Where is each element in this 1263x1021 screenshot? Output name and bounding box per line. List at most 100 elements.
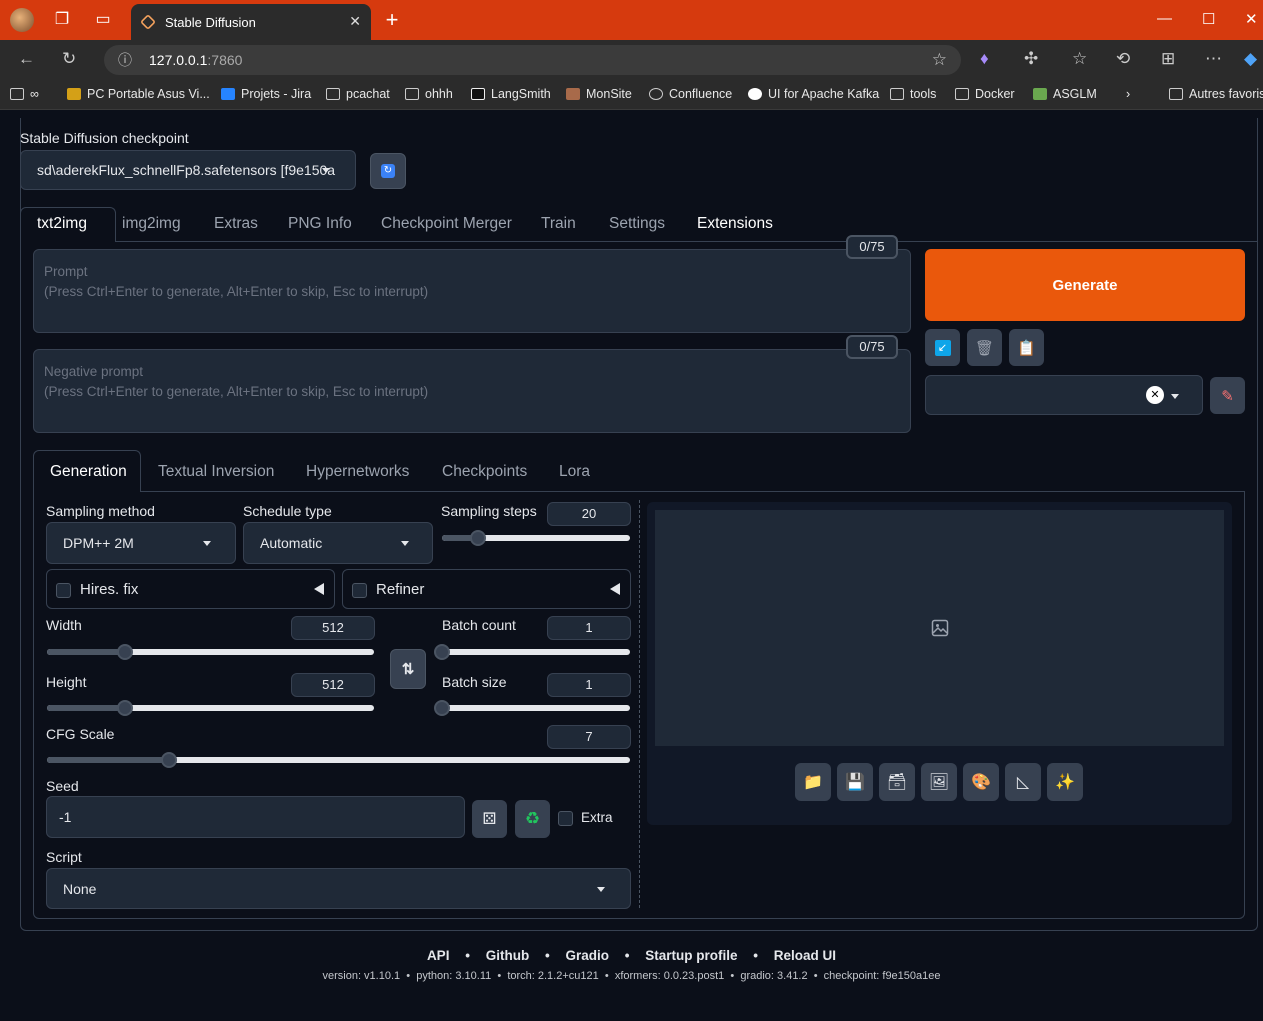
footer-link-gradio[interactable]: Gradio bbox=[565, 948, 609, 963]
clear-prompt-button[interactable]: 🗑 bbox=[967, 329, 1002, 366]
save-button[interactable]: 💾 bbox=[837, 763, 873, 801]
footer-link-reload-ui[interactable]: Reload UI bbox=[774, 948, 836, 963]
collections-icon[interactable]: ⊞ bbox=[1161, 49, 1175, 69]
send-to-inpaint-button[interactable]: 🎨 bbox=[963, 763, 999, 801]
bookmark-item[interactable]: Projets - Jira bbox=[221, 87, 311, 101]
clear-selection-icon[interactable]: ✕ bbox=[1146, 386, 1164, 404]
bookmarks-overflow-icon[interactable]: › bbox=[1126, 87, 1130, 101]
bookmark-item[interactable]: UI for Apache Kafka bbox=[748, 87, 879, 101]
width-input[interactable]: 512 bbox=[291, 616, 375, 640]
upscale-button[interactable]: ✨ bbox=[1047, 763, 1083, 801]
seed-input[interactable]: -1 bbox=[46, 796, 465, 838]
more-menu-icon[interactable]: ⋯ bbox=[1205, 49, 1222, 69]
minimize-icon[interactable]: — bbox=[1157, 10, 1172, 27]
copilot-icon[interactable]: ◆ bbox=[1244, 49, 1257, 69]
footer-link-github[interactable]: Github bbox=[486, 948, 530, 963]
batch-size-slider[interactable] bbox=[434, 700, 630, 716]
bookmark-item[interactable]: pcachat bbox=[326, 87, 390, 101]
tab-settings[interactable]: Settings bbox=[609, 215, 665, 233]
hires-fix-checkbox[interactable] bbox=[56, 583, 71, 598]
apply-styles-button[interactable]: 📋 bbox=[1009, 329, 1044, 366]
browser-tab[interactable]: Stable Diffusion ✕ bbox=[131, 4, 371, 40]
tab-extensions[interactable]: Extensions bbox=[697, 215, 773, 233]
workspaces-icon[interactable]: ❐ bbox=[52, 10, 72, 30]
height-label: Height bbox=[46, 674, 87, 690]
back-icon[interactable]: ← bbox=[18, 49, 35, 69]
slider-thumb[interactable] bbox=[434, 700, 450, 716]
tab-title: Stable Diffusion bbox=[165, 14, 256, 30]
batch-count-slider[interactable] bbox=[434, 644, 630, 660]
batch-count-input[interactable]: 1 bbox=[547, 616, 631, 640]
height-input[interactable]: 512 bbox=[291, 673, 375, 697]
favorites-icon[interactable]: ☆ bbox=[1072, 49, 1087, 69]
tab-generation[interactable]: Generation bbox=[50, 463, 127, 481]
slider-thumb[interactable] bbox=[469, 530, 486, 546]
favorite-star-icon[interactable]: ☆ bbox=[932, 45, 947, 75]
refresh-icon[interactable]: ↻ bbox=[62, 49, 76, 69]
close-window-icon[interactable]: ✕ bbox=[1245, 10, 1258, 28]
bookmark-item[interactable]: ASGLM bbox=[1033, 87, 1097, 101]
bookmark-item[interactable]: PC Portable Asus Vi... bbox=[67, 87, 210, 101]
generate-button[interactable]: Generate bbox=[925, 249, 1245, 321]
url-field[interactable]: ⓘ 127.0.0.1:7860 ☆ bbox=[104, 45, 961, 75]
swap-dimensions-button[interactable]: ⇅ bbox=[390, 649, 426, 689]
script-dropdown[interactable]: None bbox=[46, 868, 631, 909]
tab-txt2img[interactable]: txt2img bbox=[37, 215, 87, 233]
new-tab-icon[interactable]: + bbox=[382, 9, 402, 31]
sampling-steps-input[interactable]: 20 bbox=[547, 502, 631, 526]
tab-train[interactable]: Train bbox=[541, 215, 576, 233]
refiner-accordion[interactable]: Refiner bbox=[342, 569, 631, 609]
tab-img2img[interactable]: img2img bbox=[122, 215, 181, 233]
tab-checkpoints[interactable]: Checkpoints bbox=[442, 463, 527, 481]
tab-lora[interactable]: Lora bbox=[559, 463, 590, 481]
bookmark-item[interactable]: MonSite bbox=[566, 87, 632, 101]
hires-fix-accordion[interactable]: Hires. fix bbox=[46, 569, 335, 609]
bookmark-item[interactable]: Confluence bbox=[649, 87, 732, 101]
tab-hypernetworks[interactable]: Hypernetworks bbox=[306, 463, 409, 481]
batch-size-input[interactable]: 1 bbox=[547, 673, 631, 697]
footer-link-api[interactable]: API bbox=[427, 948, 450, 963]
width-slider[interactable] bbox=[47, 644, 374, 660]
checkpoint-dropdown[interactable]: sd\aderekFlux_schnellFp8.safetensors [f9… bbox=[20, 150, 356, 190]
height-slider[interactable] bbox=[47, 700, 374, 716]
cfg-scale-slider[interactable] bbox=[47, 752, 630, 768]
zip-button[interactable]: 🗃 bbox=[879, 763, 915, 801]
sampling-steps-slider[interactable] bbox=[442, 530, 630, 546]
profile-avatar[interactable] bbox=[10, 8, 34, 32]
history-icon[interactable]: ⟲ bbox=[1116, 49, 1130, 69]
prompt-textarea[interactable]: Prompt (Press Ctrl+Enter to generate, Al… bbox=[33, 249, 911, 333]
tab-textual-inversion[interactable]: Textual Inversion bbox=[158, 463, 274, 481]
close-tab-icon[interactable]: ✕ bbox=[349, 13, 361, 30]
open-folder-button[interactable]: 📁 bbox=[795, 763, 831, 801]
maximize-icon[interactable]: ☐ bbox=[1202, 10, 1215, 28]
slider-thumb[interactable] bbox=[434, 644, 450, 660]
schedule-type-dropdown[interactable]: Automatic bbox=[243, 522, 433, 564]
extension-icon[interactable]: ♦ bbox=[980, 49, 989, 69]
edit-styles-button[interactable]: ✎ bbox=[1210, 377, 1245, 414]
styles-dropdown[interactable]: ✕ bbox=[925, 375, 1203, 415]
bookmark-item[interactable]: Docker bbox=[955, 87, 1015, 101]
random-seed-button[interactable]: ⚄ bbox=[472, 800, 507, 838]
extensions-puzzle-icon[interactable]: ✣ bbox=[1024, 49, 1038, 69]
bookmark-folder-icon[interactable]: ∞ bbox=[10, 87, 39, 101]
site-info-icon[interactable]: ⓘ bbox=[118, 45, 132, 75]
footer-link-startup-profile[interactable]: Startup profile bbox=[645, 948, 737, 963]
tab-png-info[interactable]: PNG Info bbox=[288, 215, 352, 233]
refresh-checkpoint-button[interactable]: ↻ bbox=[370, 153, 406, 189]
bookmark-item[interactable]: LangSmith bbox=[471, 87, 551, 101]
reuse-seed-button[interactable]: ♻ bbox=[515, 800, 550, 838]
bookmark-item[interactable]: Autres favoris bbox=[1169, 87, 1263, 101]
sampling-method-dropdown[interactable]: DPM++ 2M bbox=[46, 522, 236, 564]
read-params-button[interactable]: ↙ bbox=[925, 329, 960, 366]
send-to-img2img-button[interactable]: 🖼 bbox=[921, 763, 957, 801]
negative-prompt-textarea[interactable]: Negative prompt (Press Ctrl+Enter to gen… bbox=[33, 349, 911, 433]
tab-actions-icon[interactable]: ▭ bbox=[93, 10, 113, 30]
tab-checkpoint-merger[interactable]: Checkpoint Merger bbox=[381, 215, 512, 233]
send-to-extras-button[interactable]: ◺ bbox=[1005, 763, 1041, 801]
refiner-checkbox[interactable] bbox=[352, 583, 367, 598]
tab-extras[interactable]: Extras bbox=[214, 215, 258, 233]
bookmark-item[interactable]: tools bbox=[890, 87, 936, 101]
extra-seed-checkbox[interactable] bbox=[558, 811, 573, 826]
cfg-scale-input[interactable]: 7 bbox=[547, 725, 631, 749]
bookmark-item[interactable]: ohhh bbox=[405, 87, 453, 101]
